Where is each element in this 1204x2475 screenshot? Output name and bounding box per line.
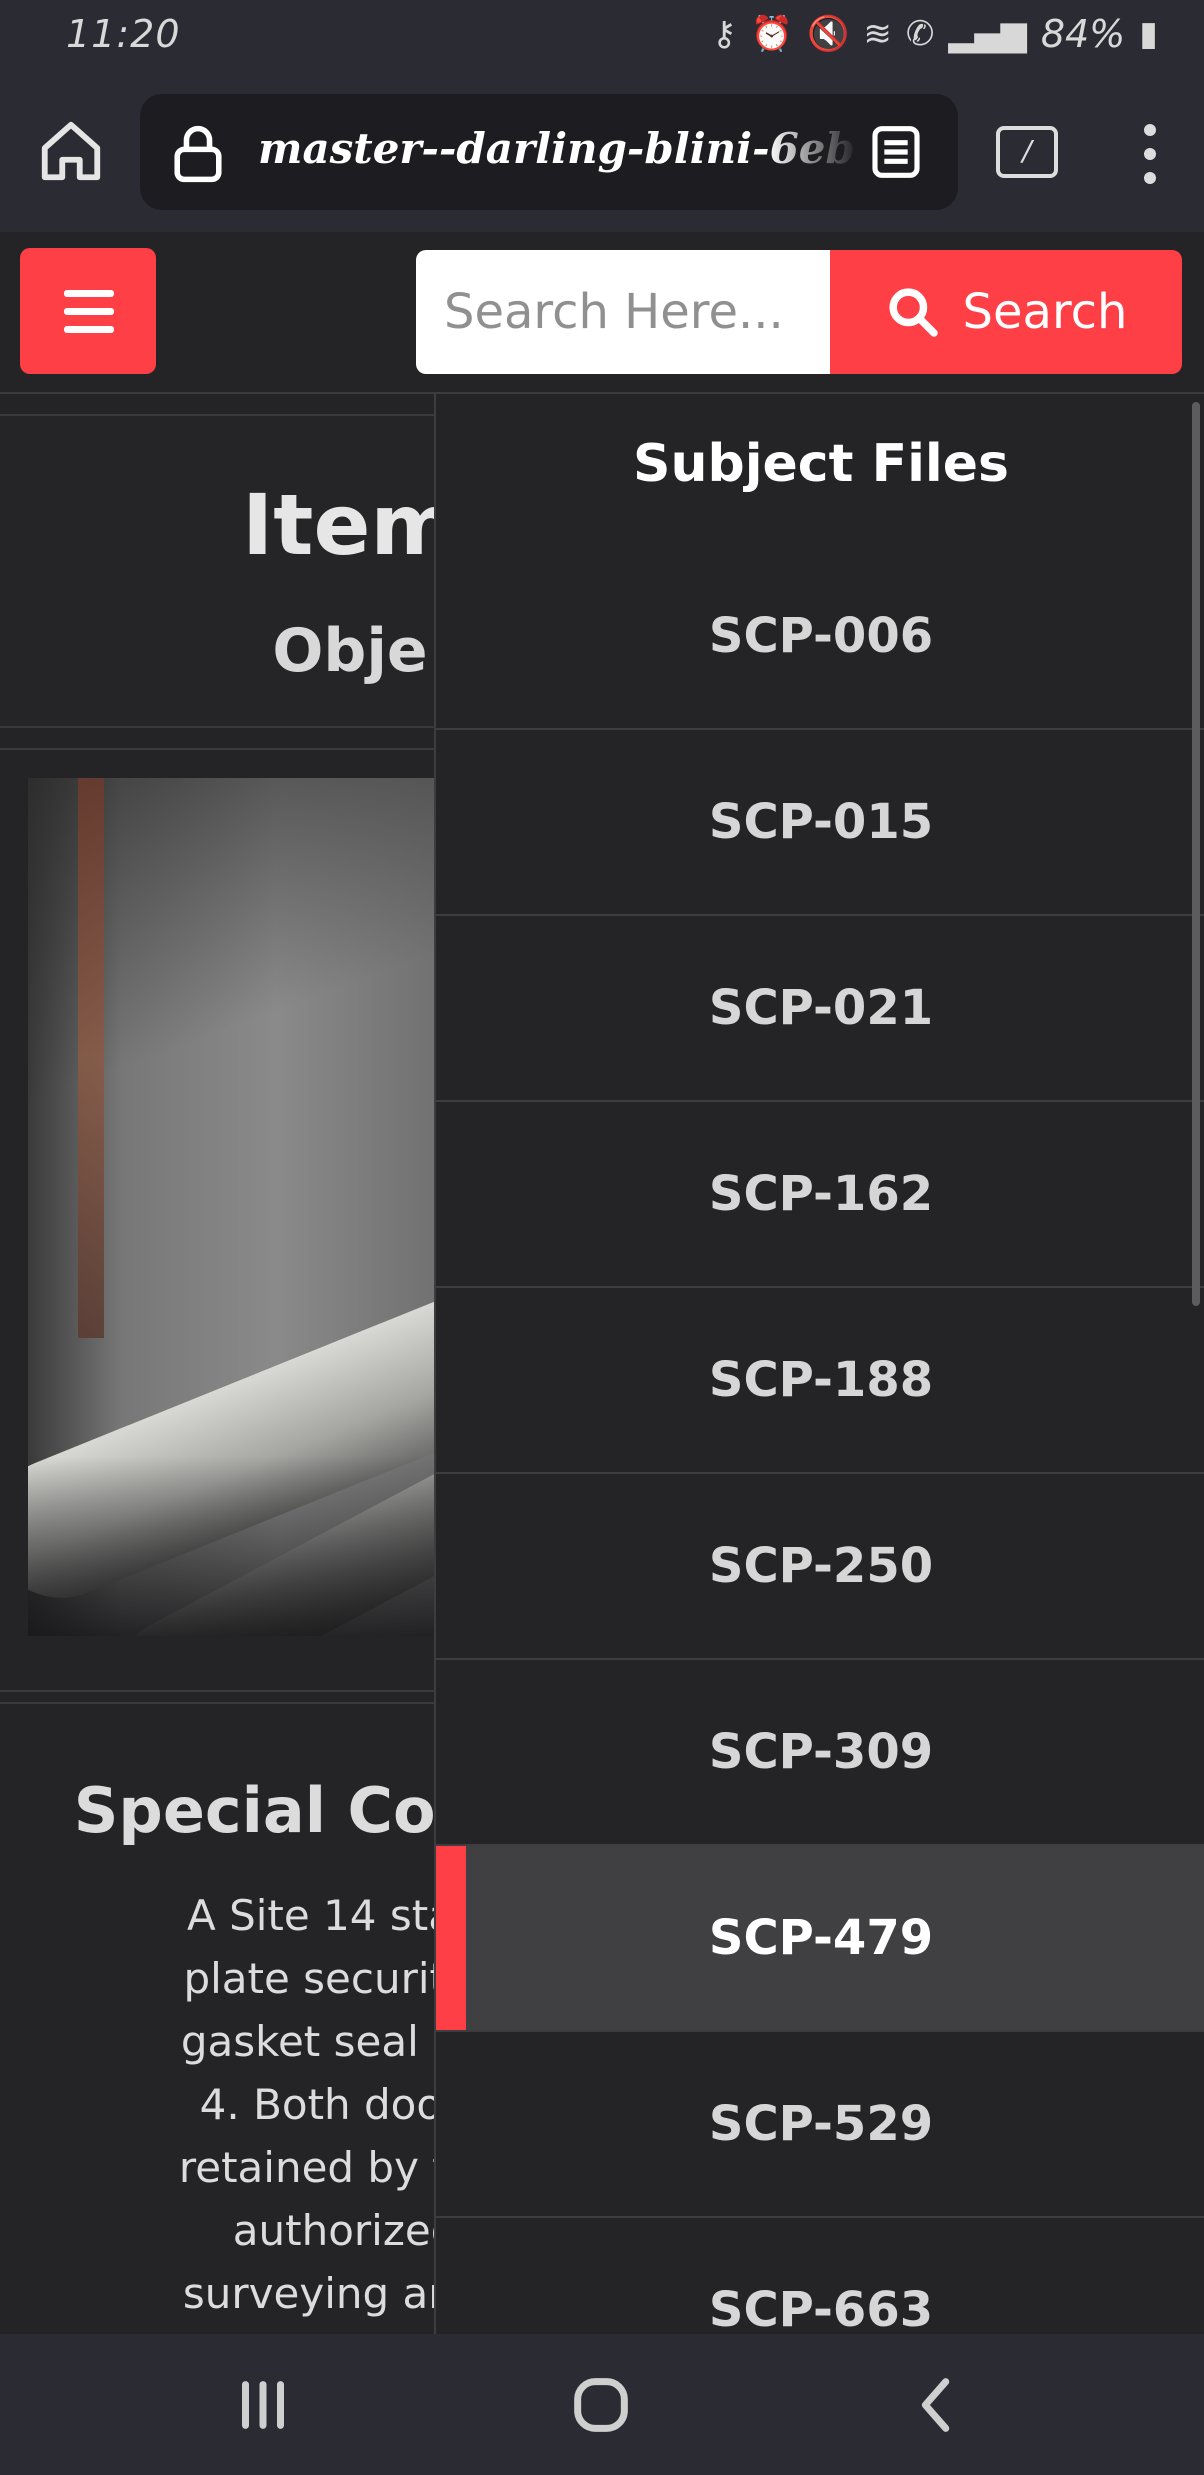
sidebar-title: Subject Files [633,434,1009,494]
subject-file-item[interactable]: SCP-015 [436,730,1204,916]
tabs-button[interactable]: / [996,126,1058,178]
battery-icon: ▮ [1139,14,1158,54]
search-input[interactable] [416,250,836,374]
system-nav-bar [0,2334,1204,2475]
home-nav-icon[interactable] [566,2370,636,2440]
subject-file-item[interactable]: SCP-663 [436,2218,1204,2334]
clock: 11:20 [66,12,181,56]
status-icons: ⚷ ⏰ 🔇 ≋ ✆ ▂▄▆ 84% ▮ [712,12,1158,56]
key-icon: ⚷ [711,14,737,54]
address-bar[interactable]: master--darling-blini-6eb [140,94,958,210]
alarm-icon: ⏰ [750,14,794,54]
battery-percent: 84% [1040,12,1126,56]
subject-file-item-active[interactable]: SCP-479 [436,1846,1204,2032]
search-button-label: Search [962,284,1128,340]
wifi-icon: ≋ [863,14,892,54]
tabs-count-icon: / [1022,134,1032,167]
subject-file-item[interactable]: SCP-309 [436,1660,1204,1846]
back-icon[interactable] [902,2370,972,2440]
site-header: Search [0,232,1204,394]
subject-file-item[interactable]: SCP-021 [436,916,1204,1102]
wifi-call-icon: ✆ [905,14,935,54]
subject-file-item[interactable]: SCP-529 [436,2032,1204,2218]
subject-file-item[interactable]: SCP-006 [436,544,1204,730]
lock-icon [174,125,222,183]
recent-apps-icon[interactable] [228,2370,298,2440]
sidebar-scrollbar[interactable] [1192,402,1200,1306]
menu-toggle-button[interactable] [20,248,156,374]
search-button[interactable]: Search [830,250,1182,374]
reader-mode-icon[interactable] [870,124,922,180]
subject-file-list: SCP-006 SCP-015 SCP-021 SCP-162 SCP-188 … [436,544,1204,2334]
subject-file-item[interactable]: SCP-188 [436,1288,1204,1474]
home-icon[interactable] [36,116,106,186]
browser-toolbar: master--darling-blini-6eb / [0,76,1204,232]
more-menu-icon[interactable] [1140,124,1160,184]
url-text[interactable]: master--darling-blini-6eb [258,124,858,173]
subject-file-item[interactable]: SCP-250 [436,1474,1204,1660]
status-bar: 11:20 ⚷ ⏰ 🔇 ≋ ✆ ▂▄▆ 84% ▮ [0,0,1204,76]
subject-files-sidebar: Subject Files SCP-006 SCP-015 SCP-021 SC… [434,394,1204,2334]
search-icon [888,288,938,337]
subject-file-item[interactable]: SCP-162 [436,1102,1204,1288]
signal-icon: ▂▄▆ [948,14,1027,54]
mute-icon: 🔇 [807,14,850,54]
